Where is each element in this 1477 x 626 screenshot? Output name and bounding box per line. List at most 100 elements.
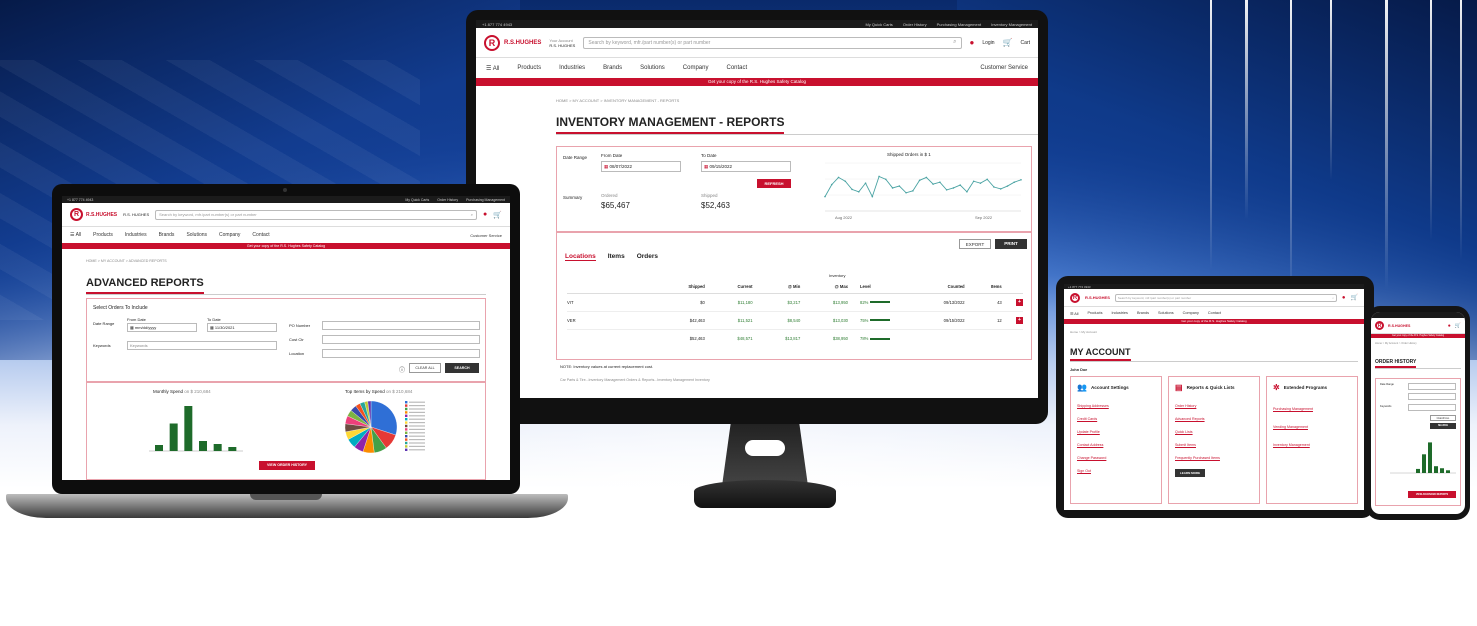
- print-button[interactable]: PRINT: [995, 239, 1027, 249]
- nav-industries[interactable]: Industries: [1111, 311, 1127, 315]
- top-link-quick-carts[interactable]: My Quick Carts: [865, 22, 892, 27]
- clear-all-button[interactable]: CLEAR ALL: [1430, 415, 1456, 421]
- nav-all[interactable]: ☰ All: [1070, 311, 1078, 316]
- link-change-password[interactable]: Change Password: [1077, 452, 1155, 465]
- col-current[interactable]: Current: [705, 281, 752, 293]
- nav-company[interactable]: Company: [219, 232, 240, 238]
- link-advanced-reports[interactable]: Advanced Reports: [1175, 413, 1253, 426]
- link-update-profile[interactable]: Update Profile: [1077, 426, 1155, 439]
- nav-all[interactable]: ☰ All: [486, 65, 499, 72]
- link-order-history[interactable]: Order History: [1175, 400, 1253, 413]
- brand-logo[interactable]: R: [70, 208, 83, 221]
- search-button[interactable]: SEARCH: [1430, 423, 1456, 429]
- search-button[interactable]: SEARCH: [445, 363, 479, 373]
- col-min[interactable]: @ Min: [753, 281, 800, 293]
- top-link-quick-carts[interactable]: My Quick Carts: [405, 198, 429, 202]
- nav-brands[interactable]: Brands: [159, 232, 175, 238]
- nav-solutions[interactable]: Solutions: [1158, 311, 1174, 315]
- breadcrumb[interactable]: HOME > MY ACCOUNT > ADVANCED REPORTS: [86, 259, 510, 263]
- breadcrumb[interactable]: Home > My Account > Order History: [1375, 342, 1465, 345]
- expand-icon[interactable]: +: [1016, 316, 1023, 324]
- promo-banner[interactable]: Get your copy of the R.S. Hughes Safety …: [1064, 319, 1364, 324]
- tab-items[interactable]: Items: [608, 253, 625, 261]
- keywords-input[interactable]: Keywords: [127, 341, 277, 350]
- view-order-history-button[interactable]: VIEW ORDER HISTORY: [259, 461, 315, 470]
- breadcrumb[interactable]: HOME > MY ACCOUNT > INVENTORY MANAGEMENT…: [556, 98, 1038, 103]
- expand-icon[interactable]: +: [1016, 298, 1023, 306]
- user-icon[interactable]: ●: [970, 38, 975, 47]
- cart-icon[interactable]: 🛒: [1455, 323, 1461, 329]
- search-icon[interactable]: ⌕: [471, 212, 473, 217]
- breadcrumb[interactable]: Home > My Account: [1070, 330, 1364, 334]
- nav-contact[interactable]: Contact: [252, 232, 269, 238]
- brand-logo[interactable]: R: [1070, 292, 1080, 303]
- promo-banner[interactable]: Get your copy of the R.S. Hughes Safety …: [62, 243, 510, 249]
- top-link-inventory[interactable]: Inventory Management: [991, 22, 1032, 27]
- nav-company[interactable]: Company: [1183, 311, 1199, 315]
- export-button[interactable]: EXPORT: [959, 239, 991, 249]
- nav-contact[interactable]: Contact: [1208, 311, 1221, 315]
- keywords-input[interactable]: [1408, 404, 1456, 411]
- nav-brands[interactable]: Brands: [603, 65, 622, 71]
- clear-all-button[interactable]: CLEAR ALL: [409, 363, 441, 373]
- to-date-field[interactable]: [1408, 393, 1456, 400]
- nav-products[interactable]: Products: [93, 232, 113, 238]
- from-date-field[interactable]: ▦ mm/dd/yyyy: [127, 323, 197, 332]
- nav-company[interactable]: Company: [683, 65, 709, 71]
- location-select[interactable]: [322, 349, 480, 358]
- search-icon[interactable]: ⌕: [953, 39, 956, 46]
- search-input[interactable]: Search by keyword, mfr./part number(s) o…: [583, 36, 962, 49]
- cart-icon[interactable]: 🛒: [1351, 294, 1358, 301]
- brand-logo[interactable]: R: [484, 34, 500, 51]
- user-icon[interactable]: ●: [1448, 323, 1451, 329]
- nav-products[interactable]: Products: [517, 65, 541, 71]
- learn-more-button[interactable]: LEARN MORE: [1175, 469, 1205, 477]
- login-link[interactable]: Login: [982, 40, 994, 46]
- cart-icon[interactable]: 🛒: [1003, 38, 1013, 47]
- link-credit-cards[interactable]: Credit Cards: [1077, 413, 1155, 426]
- cart-link[interactable]: Cart: [1021, 40, 1030, 46]
- refresh-button[interactable]: REFRESH: [757, 179, 791, 188]
- tab-locations[interactable]: Locations: [565, 253, 596, 261]
- view-advanced-reports-button[interactable]: VIEW ADVANCED REPORTS: [1408, 491, 1456, 498]
- user-icon[interactable]: ●: [1342, 295, 1346, 301]
- to-date-field[interactable]: ▦ 11/30/2021: [207, 323, 277, 332]
- nav-industries[interactable]: Industries: [559, 65, 585, 71]
- nav-brands[interactable]: Brands: [1137, 311, 1149, 315]
- top-link-purchasing[interactable]: Purchasing Management: [466, 198, 505, 202]
- top-link-order-history[interactable]: Order History: [437, 198, 458, 202]
- promo-banner[interactable]: Get your copy of the R.S. Hughes Safety …: [476, 78, 1038, 86]
- top-link-order-history[interactable]: Order History: [903, 22, 927, 27]
- nav-industries[interactable]: Industries: [125, 232, 147, 238]
- cost-center-select[interactable]: [322, 335, 480, 344]
- account-selector[interactable]: Your Account R.S. HUGHES: [549, 38, 575, 48]
- cart-icon[interactable]: 🛒: [493, 211, 502, 219]
- search-input[interactable]: Search by keyword, mfr./part number(s) o…: [1114, 293, 1337, 302]
- nav-all[interactable]: ☰ All: [70, 232, 81, 238]
- customer-service-link[interactable]: Customer Service: [470, 233, 502, 238]
- link-inventory-management[interactable]: Inventory Management: [1273, 436, 1351, 454]
- tab-orders[interactable]: Orders: [637, 253, 658, 261]
- promo-banner[interactable]: Get your copy of the R.S. Hughes Safety …: [1371, 334, 1465, 338]
- po-number-select[interactable]: [322, 321, 480, 330]
- info-icon[interactable]: ⓘ: [399, 365, 405, 374]
- search-icon[interactable]: ⌕: [1332, 296, 1334, 300]
- top-link-purchasing[interactable]: Purchasing Management: [937, 22, 981, 27]
- customer-service-link[interactable]: Customer Service: [980, 65, 1028, 71]
- search-input[interactable]: Search by keyword, mfr./part number(s) o…: [155, 209, 478, 220]
- nav-solutions[interactable]: Solutions: [186, 232, 207, 238]
- link-frequently-purchased[interactable]: Frequently Purchased Items: [1175, 452, 1253, 465]
- col-level[interactable]: Level: [848, 281, 906, 293]
- col-shipped[interactable]: Shipped: [641, 281, 705, 293]
- user-icon[interactable]: ●: [483, 211, 487, 218]
- link-purchasing-management[interactable]: Purchasing Management: [1273, 400, 1351, 418]
- from-date-field[interactable]: [1408, 383, 1456, 390]
- link-shipping-addresses[interactable]: Shipping Addresses: [1077, 400, 1155, 413]
- table-row[interactable]: VER $42,463 $11,521 $8,540 $13,030 75% 0…: [567, 311, 1023, 329]
- link-quick-lists[interactable]: Quick Lists: [1175, 426, 1253, 439]
- to-date-field[interactable]: ▦ 09/15/2022: [701, 161, 791, 172]
- account-selector[interactable]: R.S. HUGHES: [123, 212, 149, 217]
- nav-solutions[interactable]: Solutions: [640, 65, 665, 71]
- nav-products[interactable]: Products: [1087, 311, 1102, 315]
- col-max[interactable]: @ Max: [800, 281, 848, 293]
